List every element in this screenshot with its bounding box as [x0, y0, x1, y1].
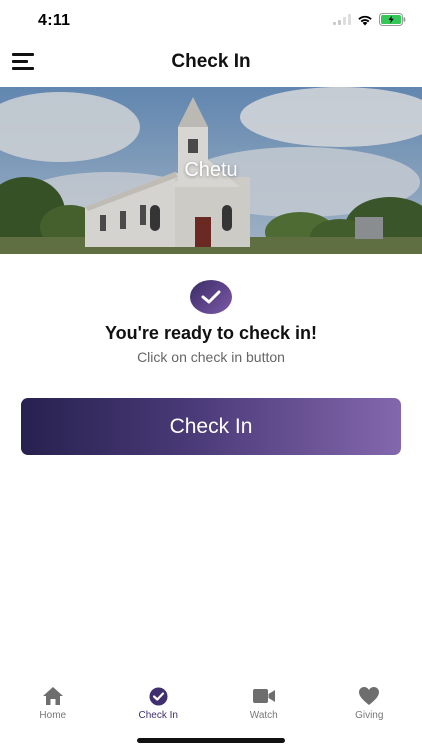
tab-label: Giving: [355, 710, 384, 721]
home-icon: [42, 685, 64, 707]
tab-giving[interactable]: Giving: [317, 680, 422, 730]
ready-subtitle: Click on check in button: [137, 349, 285, 365]
check-in-button[interactable]: Check In: [21, 398, 401, 455]
status-indicators: [333, 13, 406, 26]
battery-charging-icon: [379, 13, 406, 26]
church-banner-image: Chetu: [0, 87, 422, 254]
video-camera-icon: [252, 685, 276, 707]
check-circle-icon: [149, 685, 168, 707]
checkmark-icon: [190, 280, 232, 314]
status-bar: 4:11: [0, 0, 422, 40]
ready-title: You're ready to check in!: [104, 323, 317, 343]
tab-label: Check In: [138, 710, 178, 721]
tab-watch[interactable]: Watch: [211, 680, 317, 730]
tab-label: Watch: [249, 710, 278, 721]
tab-label: Home: [39, 710, 67, 721]
page-title: Check In: [171, 51, 251, 72]
heart-icon: [358, 685, 380, 707]
home-indicator: [137, 738, 285, 743]
church-name: Chetu: [184, 159, 238, 181]
status-time: 4:11: [38, 12, 71, 29]
cellular-signal-icon: [333, 14, 351, 25]
tab-home[interactable]: Home: [0, 680, 106, 730]
app-header: Check In: [0, 40, 422, 87]
bottom-tab-bar: Home Check In Watch Giving: [0, 680, 422, 730]
tab-check-in[interactable]: Check In: [106, 680, 212, 730]
wifi-icon: [357, 14, 373, 26]
